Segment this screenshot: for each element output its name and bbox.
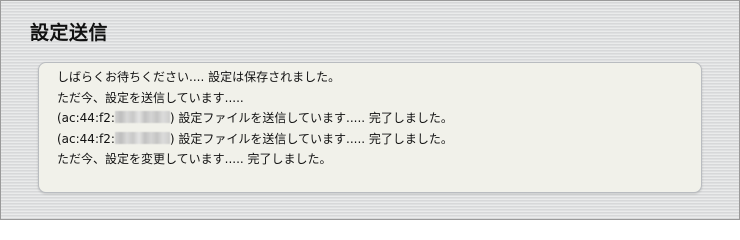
status-message-panel: しばらくお待ちください.... 設定は保存されました。 ただ今、設定を送信してい…	[38, 62, 702, 193]
mac-address-prefix: (ac:44:f2:	[57, 131, 115, 146]
mac-address-prefix: (ac:44:f2:	[57, 111, 115, 125]
page-title: 設定送信	[30, 22, 109, 44]
status-message-line: しばらくお待ちください.... 設定は保存されました。	[57, 70, 341, 84]
status-message-line: ただ今、設定を送信しています.....	[57, 90, 244, 105]
status-message-line: ただ今、設定を変更しています..... 完了しました。	[57, 152, 332, 166]
status-message-line: (ac:44:f2: ) 設定ファイルを送信しています..... 完了しました。	[57, 129, 701, 150]
status-message-line: (ac:44:f2: ) 設定ファイルを送信しています..... 完了しました。	[57, 108, 701, 129]
redacted-mac-address	[114, 131, 170, 144]
status-message-text: ) 設定ファイルを送信しています..... 完了しました。	[169, 111, 453, 125]
status-message-text: ) 設定ファイルを送信しています..... 完了しました。	[169, 131, 453, 146]
settings-send-window: 設定送信 しばらくお待ちください.... 設定は保存されました。 ただ今、設定を…	[0, 0, 740, 220]
redacted-mac-address	[114, 111, 170, 123]
